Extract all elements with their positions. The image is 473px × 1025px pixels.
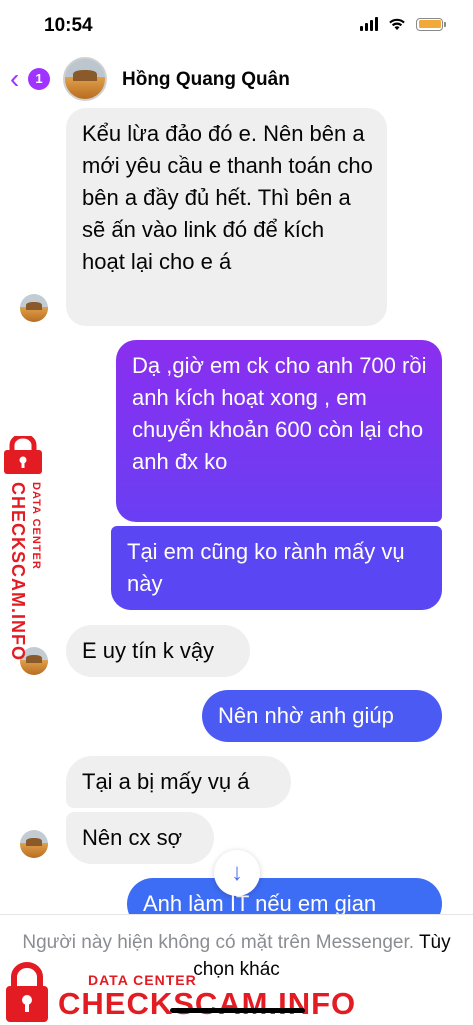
unavailable-notice: Người này hiện không có mặt trên Messeng… (0, 929, 473, 983)
lock-icon (6, 962, 48, 1022)
status-icons (360, 17, 446, 31)
message-bubble-incoming[interactable]: Tại a bị mấy vụ á (66, 756, 291, 808)
back-arrow-icon[interactable]: ‹ (10, 65, 19, 93)
battery-icon (416, 17, 446, 31)
home-indicator (170, 1008, 305, 1013)
contact-name[interactable]: Hồng Quang Quân (122, 69, 290, 91)
unread-badge[interactable]: 1 (28, 68, 50, 90)
sender-avatar[interactable] (20, 830, 48, 858)
message-bubble-outgoing[interactable]: Tại em cũng ko rành mấy vụ này (111, 526, 442, 610)
scroll-down-arrow-icon[interactable]: ↓ (214, 850, 260, 896)
lock-icon (4, 436, 42, 474)
signal-icon (360, 17, 378, 31)
wifi-icon (389, 18, 405, 30)
message-bubble-outgoing[interactable]: Dạ ,giờ em ck cho anh 700 rồi anh kích h… (116, 340, 442, 522)
watermark-big-text: CHECKSCAM.INFO (58, 986, 357, 1021)
chat-header: ‹ 1 Hồng Quang Quân (0, 52, 473, 108)
watermark-big-text: CHECKSCAM.INFO (8, 482, 28, 661)
status-time: 10:54 (44, 15, 93, 36)
watermark-small-text: DATA CENTER (30, 482, 42, 570)
message-bubble-outgoing[interactable]: Nên nhờ anh giúp (202, 690, 442, 742)
message-bubble-incoming[interactable]: Kểu lừa đảo đó e. Nên bên a mới yêu cầu … (66, 108, 387, 326)
status-bar: 10:54 (0, 0, 473, 52)
watermark-side: DATA CENTER CHECKSCAM.INFO (2, 436, 52, 666)
unavailable-text: Người này hiện không có mặt trên Messeng… (22, 932, 415, 953)
message-bubble-incoming[interactable]: Nên cx sợ (66, 812, 214, 864)
contact-avatar[interactable] (63, 57, 107, 101)
message-bubble-incoming[interactable]: E uy tín k vậy (66, 625, 250, 677)
sender-avatar[interactable] (20, 294, 48, 322)
